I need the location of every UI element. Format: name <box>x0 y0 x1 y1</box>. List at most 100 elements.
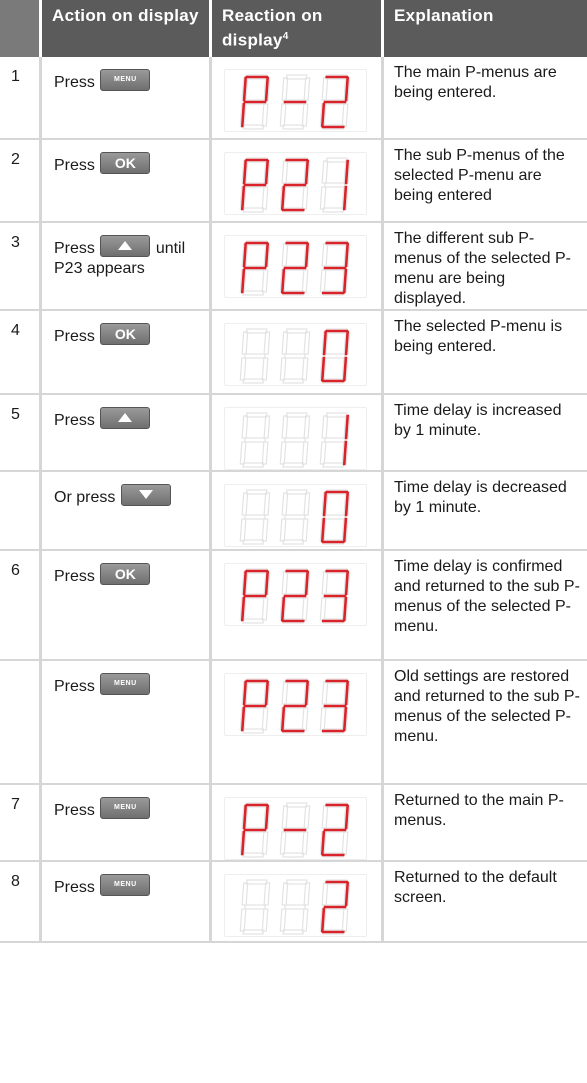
segment-lit <box>320 830 326 856</box>
action-cell: Press OK <box>42 140 212 223</box>
table-row: Or press Time delay is decreased by 1 mi… <box>0 472 587 551</box>
reaction-cell <box>212 395 384 472</box>
segment-lit <box>304 242 310 268</box>
reaction-cell <box>212 223 384 311</box>
display-digit <box>279 74 311 130</box>
reaction-cell <box>212 785 384 862</box>
segment-lit <box>320 907 326 933</box>
action-suffix-line2: P23 appears <box>54 260 145 277</box>
action-cell: Or press <box>42 472 212 551</box>
display-digit <box>279 678 311 734</box>
display-digit <box>319 412 351 468</box>
segment-lit <box>280 596 286 622</box>
step-number: 3 <box>0 223 42 311</box>
seven-segment-display <box>224 152 367 215</box>
segment-lit <box>344 76 350 102</box>
up-arrow-button-icon[interactable] <box>100 235 151 257</box>
segment-lit <box>240 706 246 732</box>
display-readout <box>239 412 351 468</box>
display-readout <box>239 802 351 858</box>
display-readout <box>239 157 351 213</box>
explanation-cell: The sub P-menus of the selected P-menu a… <box>384 140 587 223</box>
table-row: 7 Press MENU Returned to the main P-menus. <box>0 785 587 862</box>
display-digit <box>279 412 311 468</box>
segment-lit <box>264 804 270 830</box>
menu-button-icon[interactable]: MENU <box>100 69 151 91</box>
display-readout <box>239 678 351 734</box>
action-verb: Press <box>54 879 95 896</box>
action-verb: Press <box>54 678 95 695</box>
menu-button-icon[interactable]: MENU <box>100 673 151 695</box>
reaction-cell <box>212 472 384 551</box>
display-readout <box>239 240 351 296</box>
display-digit <box>279 879 311 935</box>
explanation-cell: Time delay is decreased by 1 minute. <box>384 472 587 551</box>
menu-button-icon[interactable]: MENU <box>100 874 151 896</box>
segment-lit <box>342 185 348 211</box>
action-verb: Press <box>54 74 95 91</box>
header-reaction-footnote: 4 <box>282 31 289 42</box>
action-verb: Press <box>54 328 95 345</box>
table-row: 5 Press Time delay is increased by 1 minu… <box>0 395 587 472</box>
menu-button-icon[interactable]: MENU <box>100 797 151 819</box>
action-verb: Press <box>54 412 95 429</box>
segment-lit <box>344 159 350 185</box>
display-digit <box>239 568 271 624</box>
step-number <box>0 472 42 551</box>
ok-button-icon[interactable]: OK <box>100 563 151 585</box>
display-digit <box>319 240 351 296</box>
header-reaction-text: Reaction on display <box>222 6 323 50</box>
segment-lit <box>342 706 348 732</box>
segment-lit <box>240 830 246 856</box>
display-digit <box>239 240 271 296</box>
step-number <box>0 661 42 785</box>
segment-lit <box>344 570 350 596</box>
segment-lit <box>240 102 246 128</box>
segment-lit <box>264 76 270 102</box>
action-verb: Press <box>54 802 95 819</box>
segment-lit <box>242 804 248 830</box>
display-readout <box>239 489 351 545</box>
segment-lit <box>322 330 328 356</box>
segment-lit <box>242 570 248 596</box>
segment-lit <box>322 491 328 517</box>
action-cell: Press MENU <box>42 661 212 785</box>
reaction-cell <box>212 551 384 661</box>
action-cell: Press until P23 appears <box>42 223 212 311</box>
seven-segment-display <box>224 69 367 132</box>
display-digit <box>319 74 351 130</box>
display-digit <box>319 678 351 734</box>
seven-segment-display <box>224 874 367 937</box>
header-action: Action on display <box>42 0 212 57</box>
display-digit <box>319 879 351 935</box>
segment-lit <box>304 680 310 706</box>
explanation-cell: The different sub P-menus of the selecte… <box>384 223 587 311</box>
display-digit <box>319 157 351 213</box>
display-readout <box>239 74 351 130</box>
action-verb: Or press <box>54 489 116 506</box>
seven-segment-display <box>224 797 367 860</box>
segment-lit <box>342 268 348 294</box>
up-arrow-button-icon[interactable] <box>100 407 151 429</box>
action-verb: Press <box>54 157 95 174</box>
step-number: 4 <box>0 311 42 395</box>
segment-lit <box>280 706 286 732</box>
explanation-cell: Returned to the main P-menus. <box>384 785 587 862</box>
action-cell: Press MENU <box>42 785 212 862</box>
segment-lit <box>344 242 350 268</box>
display-digit <box>279 568 311 624</box>
display-digit <box>279 802 311 858</box>
ok-button-icon[interactable]: OK <box>100 323 151 345</box>
table-row: 1 Press MENU The main P-menus are being en… <box>0 57 587 140</box>
display-digit <box>319 802 351 858</box>
table-row: 4 Press OK The selected P-menu is being en… <box>0 311 587 395</box>
down-arrow-button-icon[interactable] <box>120 484 171 506</box>
segment-lit <box>242 76 248 102</box>
segment-lit <box>240 268 246 294</box>
display-digit <box>279 240 311 296</box>
header-step <box>0 0 42 57</box>
segment-lit <box>304 159 310 185</box>
action-cell: Press <box>42 395 212 472</box>
ok-button-icon[interactable]: OK <box>100 152 151 174</box>
step-number: 5 <box>0 395 42 472</box>
